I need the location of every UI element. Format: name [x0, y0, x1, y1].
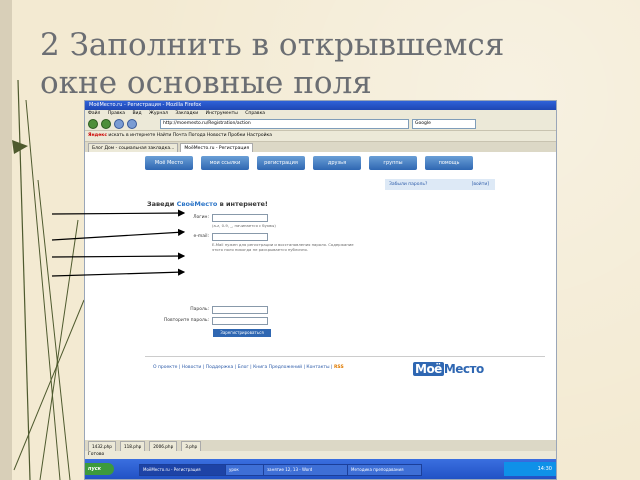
arrow-to-login	[51, 209, 186, 217]
arrow-to-password-repeat	[51, 268, 186, 277]
arrow-to-email	[51, 228, 186, 241]
slide-background: 2 Заполнить в открывшемся окне основные …	[0, 0, 640, 480]
arrow-to-password	[51, 252, 186, 260]
annotation-arrows	[51, 209, 186, 277]
